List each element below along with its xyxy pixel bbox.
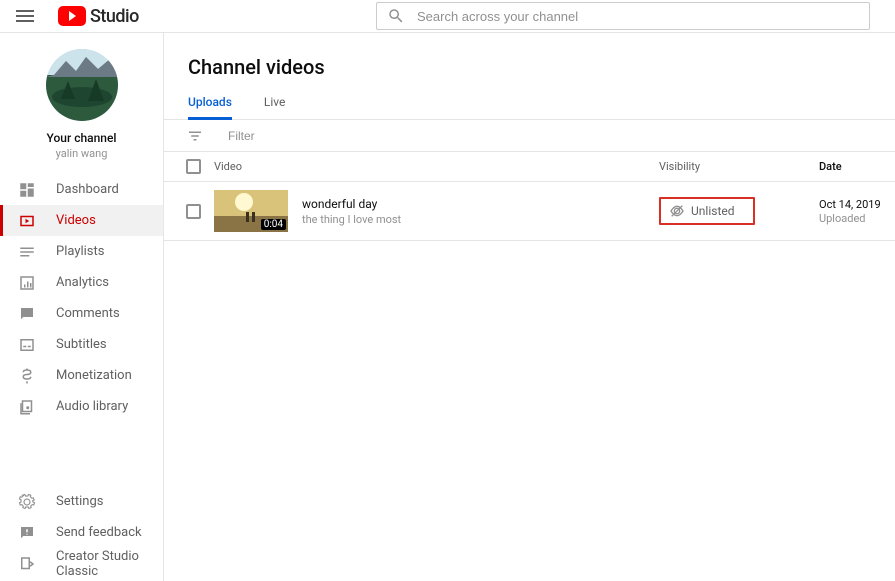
sidebar-item-dashboard[interactable]: Dashboard	[0, 174, 163, 205]
visibility-badge[interactable]: Unlisted	[659, 197, 755, 225]
sidebar-item-label: Playlists	[56, 244, 104, 259]
sidebar-item-label: Dashboard	[56, 182, 119, 197]
row-date-sub: Uploaded	[819, 212, 895, 225]
col-header-date[interactable]: Date	[819, 160, 895, 173]
video-title: wonderful day	[302, 197, 401, 211]
comments-icon	[18, 305, 36, 323]
dollar-icon	[18, 367, 36, 385]
channel-name: yalin wang	[0, 147, 163, 160]
playlists-icon	[18, 243, 36, 261]
sidebar-item-label: Subtitles	[56, 337, 107, 352]
sidebar-item-subtitles[interactable]: Subtitles	[0, 329, 163, 360]
youtube-icon	[58, 6, 86, 26]
menu-icon[interactable]	[16, 4, 40, 28]
filter-icon[interactable]	[186, 127, 204, 145]
sidebar-item-comments[interactable]: Comments	[0, 298, 163, 329]
avatar[interactable]	[46, 49, 118, 121]
sidebar-item-playlists[interactable]: Playlists	[0, 236, 163, 267]
select-all-checkbox[interactable]	[186, 159, 201, 174]
sidebar-item-feedback[interactable]: Send feedback	[0, 517, 163, 548]
sidebar-item-label: Monetization	[56, 368, 132, 383]
videos-icon	[18, 212, 36, 230]
tab-uploads[interactable]: Uploads	[188, 95, 232, 119]
video-thumbnail[interactable]: 0:04	[214, 190, 288, 232]
sidebar-item-label: Creator Studio Classic	[56, 549, 163, 579]
sidebar-item-label: Settings	[56, 494, 103, 509]
sidebar-item-audio[interactable]: Audio library	[0, 391, 163, 422]
sidebar-item-label: Videos	[56, 213, 96, 228]
search-box[interactable]	[376, 2, 870, 30]
visibility-label: Unlisted	[691, 204, 735, 218]
sidebar-item-label: Comments	[56, 306, 120, 321]
search-input[interactable]	[417, 9, 859, 24]
sidebar-item-label: Audio library	[56, 399, 128, 414]
table-row[interactable]: 0:04 wonderful day the thing I love most…	[164, 182, 895, 241]
analytics-icon	[18, 274, 36, 292]
logo[interactable]: Studio	[58, 6, 139, 27]
sidebar-item-videos[interactable]: Videos	[0, 205, 163, 236]
sidebar-item-analytics[interactable]: Analytics	[0, 267, 163, 298]
audio-library-icon	[18, 398, 36, 416]
col-header-video: Video	[214, 160, 659, 173]
row-checkbox[interactable]	[186, 204, 201, 219]
col-header-visibility: Visibility	[659, 160, 819, 173]
sidebar-item-monetization[interactable]: Monetization	[0, 360, 163, 391]
unlisted-icon	[669, 203, 685, 219]
classic-icon	[18, 555, 36, 573]
tab-live[interactable]: Live	[264, 95, 285, 119]
your-channel-label: Your channel	[0, 131, 163, 145]
gear-icon	[18, 493, 36, 511]
filter-input[interactable]	[228, 129, 383, 143]
sidebar-item-label: Analytics	[56, 275, 109, 290]
subtitles-icon	[18, 336, 36, 354]
video-duration: 0:04	[261, 219, 286, 230]
row-date: Oct 14, 2019	[819, 198, 895, 211]
sidebar-item-label: Send feedback	[56, 525, 142, 540]
feedback-icon	[18, 524, 36, 542]
dashboard-icon	[18, 181, 36, 199]
video-description: the thing I love most	[302, 213, 401, 226]
sidebar-item-settings[interactable]: Settings	[0, 486, 163, 517]
sidebar-item-classic[interactable]: Creator Studio Classic	[0, 548, 163, 579]
page-title: Channel videos	[164, 33, 895, 79]
studio-label: Studio	[90, 6, 139, 27]
sidebar: Your channel yalin wang Dashboard Videos…	[0, 33, 164, 581]
search-icon	[387, 7, 405, 25]
